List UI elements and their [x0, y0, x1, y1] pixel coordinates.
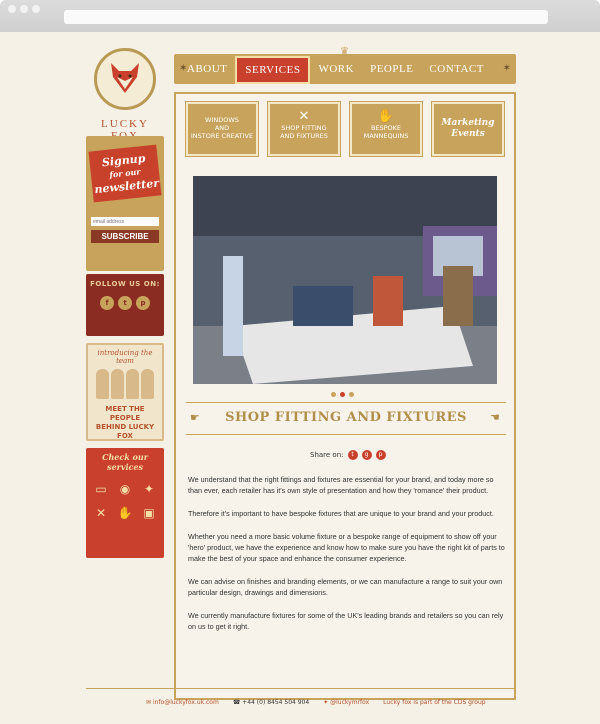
page-title: SHOP FITTING AND FIXTURES — [225, 410, 467, 425]
twitter-handle[interactable]: @luckymrfox — [330, 699, 369, 706]
person-illustration — [111, 369, 124, 399]
nav-contact[interactable]: CONTACT — [421, 54, 492, 84]
footer-group[interactable]: Lucky fox is part of the CDS group — [383, 699, 485, 706]
browser-toolbar — [0, 0, 600, 32]
paragraph: Whether you need a more basic volume fix… — [188, 532, 505, 563]
google-plus-icon[interactable]: g — [361, 450, 372, 460]
share-label: Share on: — [310, 451, 344, 459]
email-link[interactable]: info@luckyfox.uk.com — [153, 699, 219, 706]
footer-email[interactable]: ✉ info@luckyfox.uk.com — [146, 699, 219, 706]
phone-icon: ☎ — [232, 699, 243, 706]
team-cta-line1: MEET THE PEOPLE — [105, 405, 145, 422]
carousel-dots — [331, 392, 354, 397]
team-illustration — [92, 369, 158, 399]
twitter-icon[interactable]: t — [118, 296, 132, 310]
tile-line: INSTORE CREATIVE — [190, 132, 254, 140]
store-photo — [193, 176, 497, 384]
divider — [186, 402, 506, 403]
article-body: We understand that the right fittings an… — [188, 474, 508, 644]
signup-ribbon: Signup for our newsletter — [88, 144, 162, 203]
service-tiles: WINDOWS AND INSTORE CREATIVE ✕ SHOP FITT… — [185, 101, 506, 158]
tile-line: WINDOWS — [205, 116, 239, 124]
site-logo[interactable]: LUCKY FOX — [86, 48, 164, 144]
divider — [186, 434, 506, 435]
team-cta-line2: BEHIND LUCKY FOX — [95, 423, 155, 440]
envelope-icon: ✉ — [146, 699, 153, 706]
tile-line: AND — [214, 124, 230, 132]
nav-work[interactable]: WORK — [310, 54, 362, 84]
window-close-dot[interactable] — [8, 5, 16, 13]
tools-icon: ✕ — [298, 109, 310, 124]
main-nav: ♛ ✶ ABOUT SERVICES WORK PEOPLE CONTACT ✶ — [174, 46, 516, 84]
hand-icon: ✋ — [117, 506, 133, 520]
phone-number: +44 (0) 8454 504 904 — [242, 699, 310, 706]
paragraph: Therefore it's important to have bespoke… — [188, 509, 494, 518]
person-illustration — [141, 369, 154, 399]
footer-divider — [86, 688, 516, 689]
footer-twitter[interactable]: ✦ @luckymrfox — [323, 699, 369, 706]
fox-icon — [111, 63, 139, 93]
eye-icon: ◉ — [119, 482, 131, 496]
content-panel: WINDOWS AND INSTORE CREATIVE ✕ SHOP FITT… — [174, 92, 516, 700]
address-bar[interactable] — [64, 10, 548, 24]
paragraph: We understand that the right fittings an… — [188, 475, 494, 495]
newsletter-signup: Signup for our newsletter SUBSCRIBE — [86, 136, 164, 271]
browser-window: LUCKY FOX Signup for our newsletter SUBS… — [0, 0, 600, 724]
subscribe-button[interactable]: SUBSCRIBE — [91, 230, 159, 243]
window-minimize-dot[interactable] — [20, 5, 28, 13]
share-bar: Share on: t g p — [310, 450, 386, 460]
footer-phone: ☎ +44 (0) 8454 504 904 — [233, 699, 309, 706]
window-icon: ▭ — [95, 482, 107, 496]
paragraph: We currently manufacture fixtures for so… — [188, 611, 504, 631]
paragraph: We can advise on finishes and branding e… — [188, 577, 503, 597]
hero-image — [193, 176, 497, 384]
tile-windows[interactable]: WINDOWS AND INSTORE CREATIVE — [185, 101, 259, 157]
services-title: Check our services — [102, 452, 148, 472]
carousel-dot-active[interactable] — [340, 392, 345, 397]
tile-line: Marketing — [441, 118, 495, 128]
tile-line: SHOP FITTING — [281, 124, 327, 132]
team-promo[interactable]: introducing the team MEET THE PEOPLE BEH… — [86, 343, 164, 441]
twitter-icon[interactable]: t — [347, 450, 358, 460]
shirt-icon: ▣ — [143, 506, 155, 520]
team-cta: MEET THE PEOPLE BEHIND LUCKY FOX — [92, 405, 158, 441]
email-field[interactable] — [91, 217, 159, 226]
tile-line: Events — [451, 129, 485, 139]
hand-icon: ✋ — [377, 109, 395, 124]
person-illustration — [126, 369, 139, 399]
nav-about[interactable]: ABOUT — [179, 54, 235, 84]
person-illustration — [96, 369, 109, 399]
pinterest-icon[interactable]: p — [136, 296, 150, 310]
window-zoom-dot[interactable] — [32, 5, 40, 13]
nav-people[interactable]: PEOPLE — [362, 54, 421, 84]
tile-mannequins[interactable]: ✋ BESPOKE MANNEQUINS — [349, 101, 423, 157]
horseshoe-badge — [94, 48, 156, 110]
carousel-dot[interactable] — [349, 392, 354, 397]
follow-us-box: FOLLOW US ON: f t p — [86, 274, 164, 336]
tile-line: MANNEQUINS — [363, 132, 409, 140]
team-intro: introducing the team — [97, 349, 153, 365]
pinterest-icon[interactable]: p — [375, 450, 386, 460]
facebook-icon[interactable]: f — [100, 296, 114, 310]
star-icon: ✶ — [502, 63, 511, 74]
tile-shop-fitting[interactable]: ✕ SHOP FITTING AND FIXTURES — [267, 101, 341, 157]
services-promo[interactable]: Check our services ▭ ◉ ✦ ✕ ✋ ▣ — [86, 448, 164, 558]
pointing-hand-icon: ☚ — [490, 411, 500, 424]
carousel-dot[interactable] — [331, 392, 336, 397]
tools-icon: ✕ — [95, 506, 107, 520]
nav-services[interactable]: SERVICES — [235, 55, 311, 84]
lightbulb-icon: ✦ — [143, 482, 155, 496]
tile-line: AND FIXTURES — [280, 132, 328, 140]
follow-title: FOLLOW US ON: — [90, 280, 160, 288]
tile-line: BESPOKE — [370, 124, 402, 132]
page-viewport: LUCKY FOX Signup for our newsletter SUBS… — [0, 32, 600, 724]
footer: ✉ info@luckyfox.uk.com ☎ +44 (0) 8454 50… — [146, 699, 486, 706]
tile-marketing[interactable]: Marketing Events — [431, 101, 505, 157]
